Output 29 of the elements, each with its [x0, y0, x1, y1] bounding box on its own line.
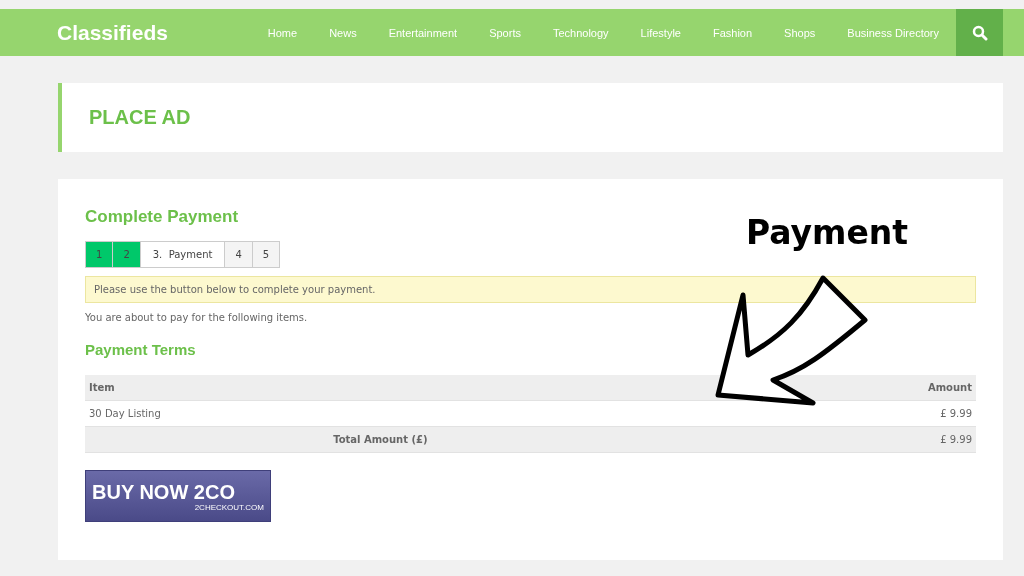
search-icon: [971, 24, 988, 41]
step-indicator: 5: [252, 242, 280, 267]
section-title: Complete Payment: [85, 207, 240, 227]
nav-link[interactable]: Technology: [552, 26, 609, 39]
step-indicator: 2: [113, 242, 141, 267]
step-indicator: 1: [86, 242, 114, 267]
nav-link[interactable]: Sports: [489, 26, 521, 39]
column-header: Item: [85, 375, 676, 401]
page-title: PLACE AD: [89, 106, 191, 129]
nav-link[interactable]: Home: [267, 26, 298, 39]
intro-text: You are about to pay for the following items.: [85, 312, 309, 323]
nav-link[interactable]: Shops: [784, 26, 816, 39]
nav-link[interactable]: Entertainment: [388, 26, 458, 39]
nav-link[interactable]: Fashion: [712, 26, 753, 39]
step-indicator: 4: [225, 242, 253, 267]
search-button[interactable]: [956, 9, 1003, 56]
site-logo[interactable]: Classifieds: [57, 20, 268, 45]
nav-link[interactable]: Lifestyle: [640, 26, 681, 39]
notice-message: Please use the button below to complete your payment.: [85, 276, 976, 303]
table-cell: 30 Day Listing: [85, 400, 676, 427]
buy-now-button[interactable]: BUY NOW 2CO 2CHECKOUT.COM: [85, 470, 271, 522]
nav-link[interactable]: Business Directory: [847, 26, 939, 39]
section-title: Payment Terms: [85, 341, 197, 358]
nav-link[interactable]: News: [329, 26, 357, 39]
total-label: Total Amount (£): [85, 426, 676, 453]
column-header: Amount: [675, 375, 976, 401]
annotation-label: Payment: [746, 213, 909, 252]
table-cell: £ 9.99: [675, 400, 976, 427]
total-value: £ 9.99: [675, 426, 976, 453]
